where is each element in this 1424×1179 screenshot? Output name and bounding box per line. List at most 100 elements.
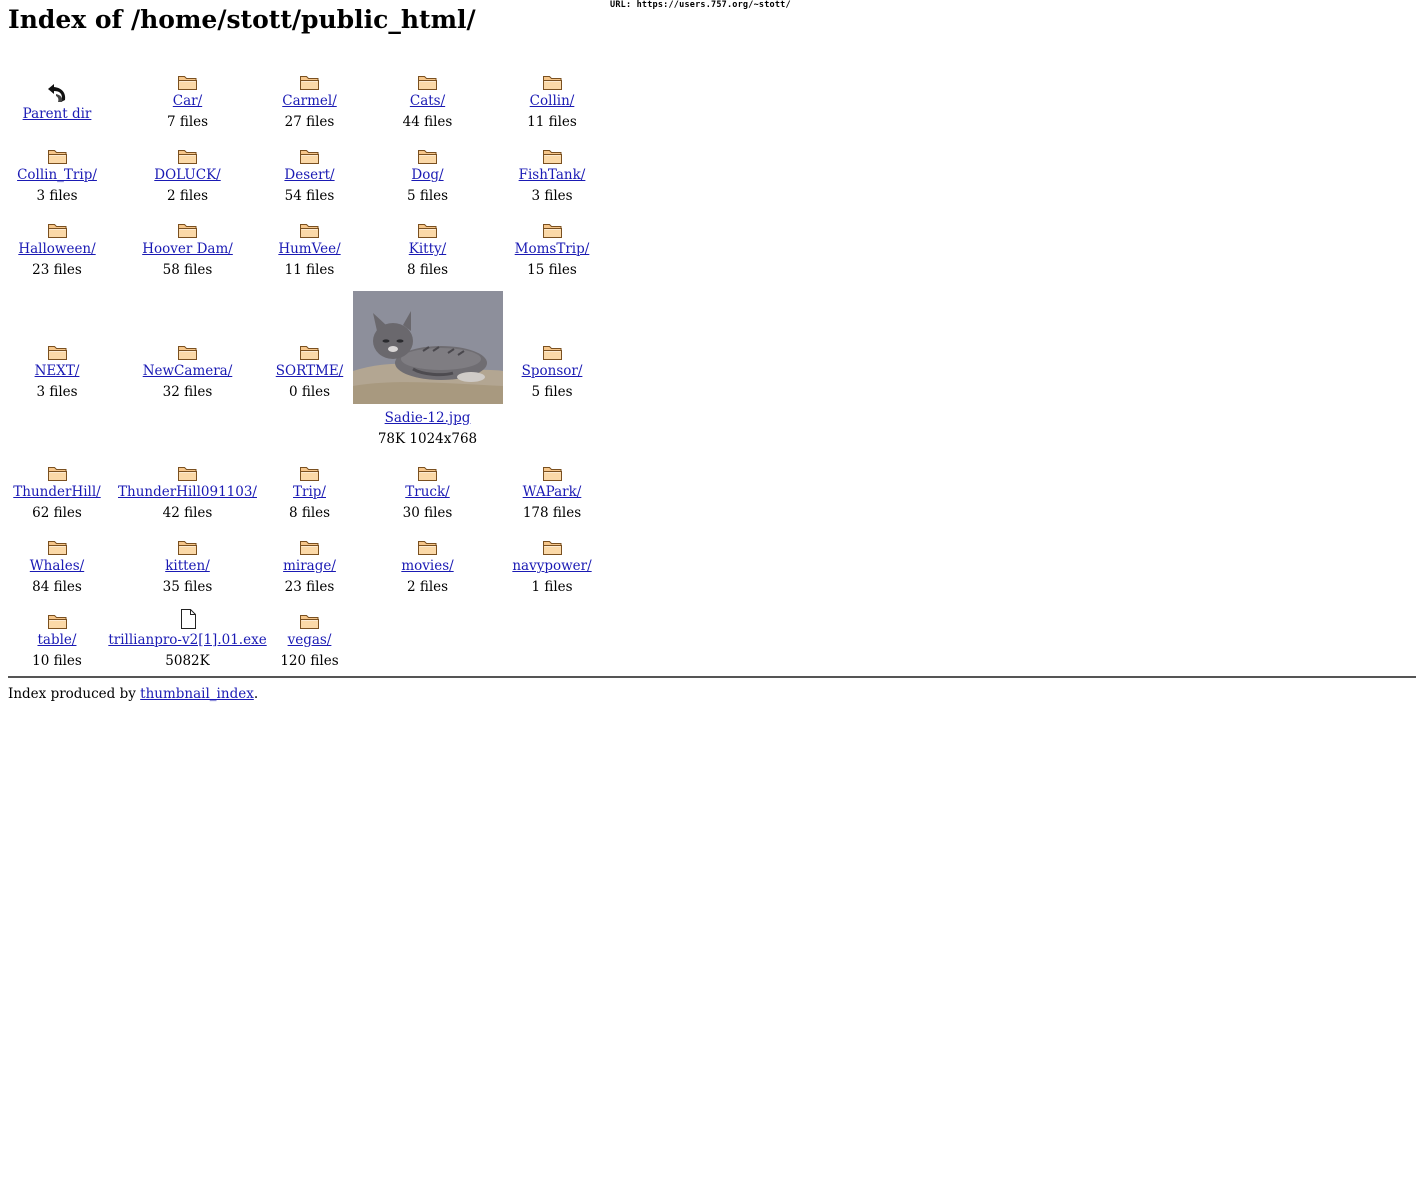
folder-icon	[417, 69, 438, 91]
kitten-photo-thumbnail[interactable]	[352, 291, 503, 404]
grid-item: Desert/54 files	[269, 138, 350, 212]
folder-link[interactable]: NewCamera/	[143, 361, 233, 382]
item-info: 10 files	[32, 653, 82, 669]
file-link[interactable]: trillianpro-v2[1].01.exe	[108, 630, 266, 651]
folder-link[interactable]: Dog/	[411, 165, 443, 186]
folder-link[interactable]: MomsTrip/	[515, 239, 590, 260]
grid-item: Car/7 files	[106, 64, 269, 138]
folder-link[interactable]: Collin_Trip/	[17, 165, 97, 186]
folder-icon	[542, 69, 563, 91]
folder-icon	[47, 608, 68, 630]
folder-link[interactable]: table/	[38, 630, 77, 651]
grid-row: Halloween/23 files Hoover Dam/58 files Hum…	[8, 212, 599, 286]
grid-row: table/10 files trillianpro-v2[1].01.exe 50…	[8, 603, 599, 677]
folder-link[interactable]: kitten/	[165, 556, 210, 577]
folder-link[interactable]: movies/	[401, 556, 453, 577]
folder-link[interactable]: Kitty/	[409, 239, 446, 260]
grid-item: Halloween/23 files	[8, 212, 106, 286]
grid-item: mirage/23 files	[269, 529, 350, 603]
grid-item: Carmel/27 files	[269, 64, 350, 138]
grid-item: DOLUCK/2 files	[106, 138, 269, 212]
grid-item: table/10 files	[8, 603, 106, 677]
grid-item: HumVee/11 files	[269, 212, 350, 286]
folder-link[interactable]: Desert/	[284, 165, 334, 186]
folder-link[interactable]: HumVee/	[278, 239, 340, 260]
item-info: 5 files	[531, 383, 573, 400]
grid-item: NEXT/3 files	[8, 286, 106, 455]
folder-icon	[417, 143, 438, 165]
folder-link[interactable]: ThunderHill091103/	[118, 482, 257, 503]
file-link[interactable]: Sadie-12.jpg	[385, 408, 471, 429]
folder-link[interactable]: Halloween/	[18, 239, 95, 260]
folder-icon	[47, 460, 68, 482]
grid-item: Sadie-12.jpg 78K 1024x768	[350, 286, 505, 455]
item-info: 2 files	[166, 188, 209, 204]
folder-link[interactable]: WAPark/	[523, 482, 582, 503]
grid-row: Collin_Trip/3 files DOLUCK/2 files Desert/…	[8, 138, 599, 212]
footer-divider	[8, 676, 1416, 678]
item-info: 8 files	[406, 262, 449, 278]
grid-item: navypower/1 files	[505, 529, 599, 603]
folder-link[interactable]: SORTME/	[276, 361, 343, 382]
folder-link[interactable]: Sponsor/	[522, 361, 583, 382]
folder-link[interactable]: Car/	[173, 91, 202, 112]
folder-icon	[299, 534, 320, 556]
folder-icon	[47, 217, 68, 239]
folder-icon	[177, 143, 198, 165]
item-info: 8 files	[288, 505, 331, 521]
item-info: 1 files	[531, 579, 573, 595]
url-text: URL: https://users.757.org/~stott/	[610, 0, 791, 10]
folder-link[interactable]: Whales/	[30, 556, 84, 577]
folder-icon	[542, 143, 563, 165]
item-info: 42 files	[162, 505, 213, 521]
item-info: 3 files	[36, 383, 78, 400]
item-info: 23 files	[284, 579, 335, 595]
folder-link[interactable]: Carmel/	[282, 91, 337, 112]
parent-dir-link[interactable]: Parent dir	[23, 104, 92, 125]
folder-link[interactable]: navypower/	[512, 556, 591, 577]
folder-icon	[47, 339, 68, 361]
folder-icon	[417, 217, 438, 239]
folder-link[interactable]: Truck/	[405, 482, 449, 503]
folder-icon	[542, 460, 563, 482]
item-info: 84 files	[32, 579, 82, 595]
folder-link[interactable]: NEXT/	[35, 361, 80, 382]
grid-item: NewCamera/32 files	[106, 286, 269, 455]
item-info: 3 files	[36, 188, 78, 204]
item-info: 58 files	[162, 262, 213, 278]
document-icon	[178, 608, 198, 630]
folder-link[interactable]: Cats/	[410, 91, 445, 112]
folder-icon	[299, 339, 320, 361]
grid-item: MomsTrip/15 files	[505, 212, 599, 286]
grid-item: Sponsor/5 files	[505, 286, 599, 455]
item-info: 5082K	[165, 653, 210, 669]
folder-link[interactable]: vegas/	[288, 630, 332, 651]
grid-item: kitten/35 files	[106, 529, 269, 603]
footer-prefix: Index produced by	[8, 686, 141, 702]
grid-item: Collin/11 files	[505, 64, 599, 138]
folder-link[interactable]: mirage/	[283, 556, 336, 577]
folder-link[interactable]: Collin/	[530, 91, 575, 112]
grid-item: Hoover Dam/58 files	[106, 212, 269, 286]
thumbnail-index-link[interactable]: thumbnail_index	[140, 686, 254, 702]
folder-link[interactable]: Hoover Dam/	[142, 239, 233, 260]
folder-link[interactable]: DOLUCK/	[154, 165, 220, 186]
grid-item: SORTME/0 files	[269, 286, 350, 455]
item-info: 7 files	[166, 114, 209, 130]
folder-icon	[47, 143, 68, 165]
page-title: Index of /home/stott/public_html/	[8, 5, 476, 34]
folder-link[interactable]: ThunderHill/	[13, 482, 100, 503]
grid-item: ThunderHill/62 files	[8, 455, 106, 529]
item-info: 178 files	[522, 505, 582, 521]
grid-item: Collin_Trip/3 files	[8, 138, 106, 212]
folder-link[interactable]: Trip/	[293, 482, 326, 503]
grid-item: WAPark/178 files	[505, 455, 599, 529]
folder-link[interactable]: FishTank/	[519, 165, 586, 186]
item-info: 30 files	[402, 505, 453, 521]
folder-icon	[299, 69, 320, 91]
grid-item: Kitty/8 files	[350, 212, 505, 286]
folder-icon	[417, 460, 438, 482]
folder-icon	[299, 460, 320, 482]
item-info: 2 files	[406, 579, 449, 595]
folder-icon	[542, 339, 563, 361]
